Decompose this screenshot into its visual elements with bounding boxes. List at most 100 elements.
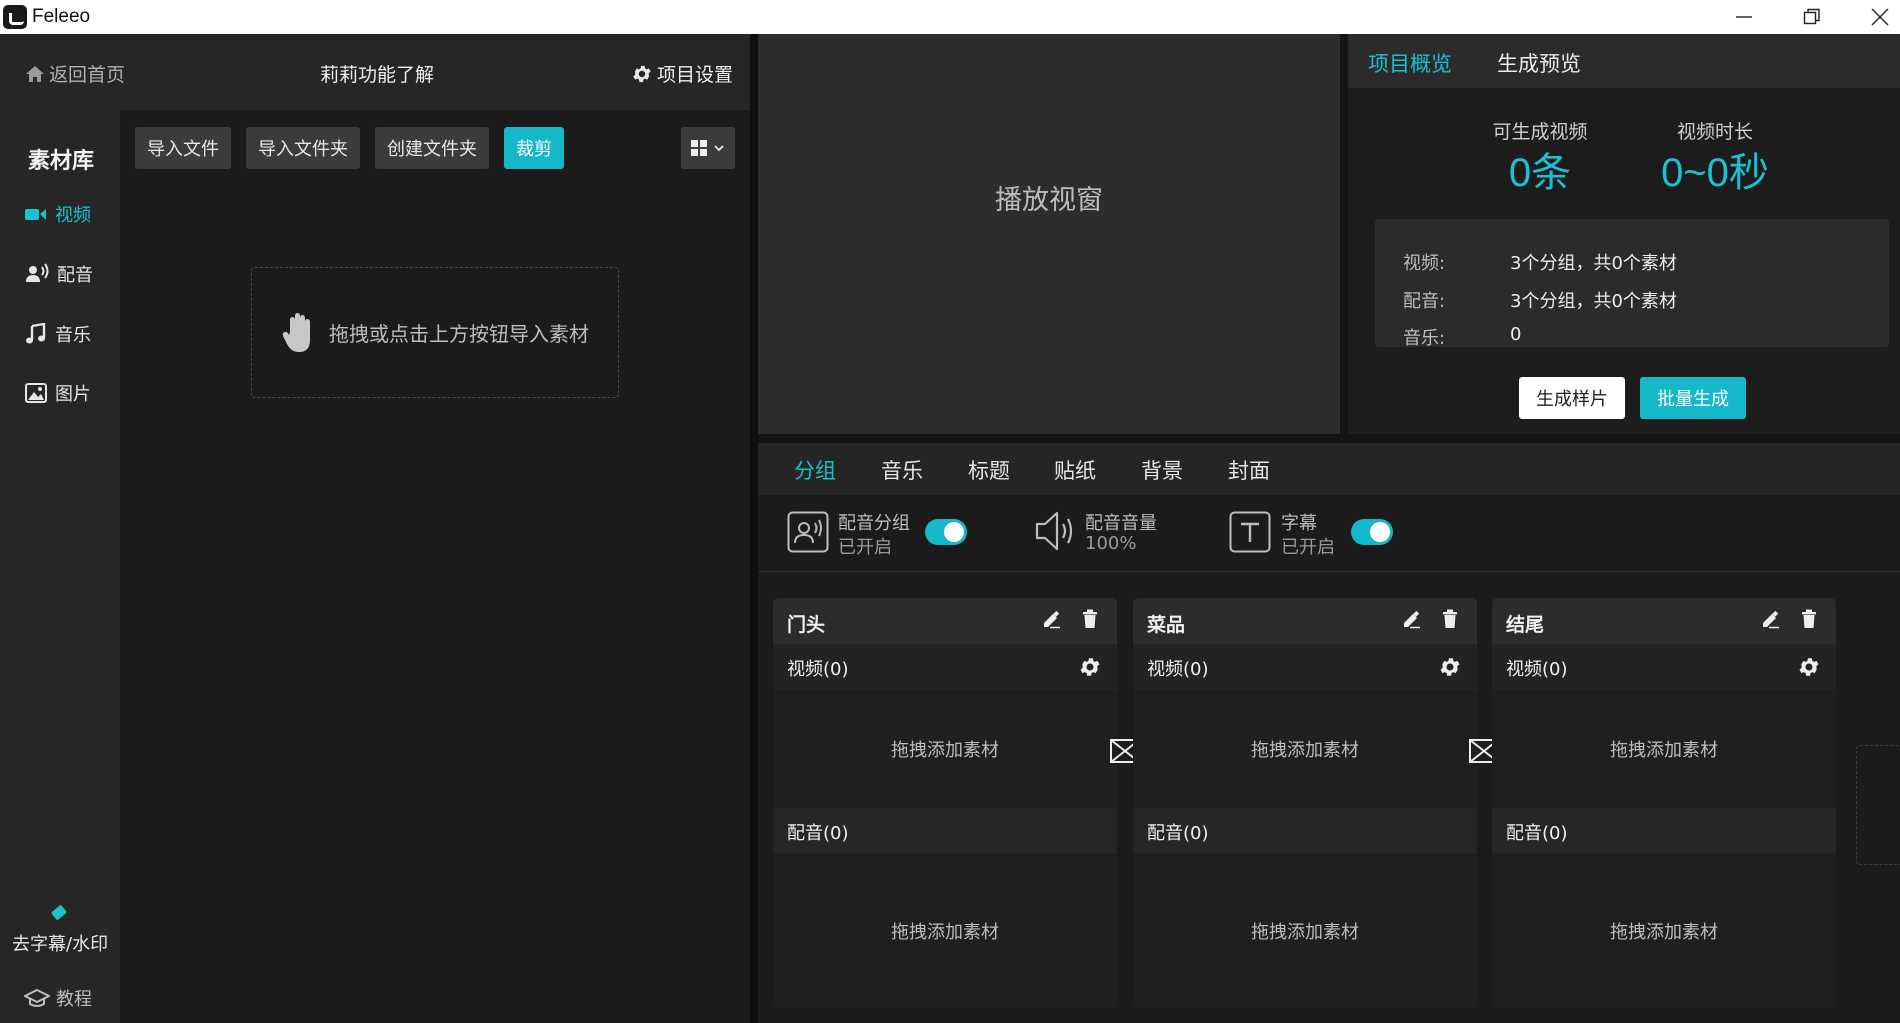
group-column: 菜品 视频(0) 拖拽添加素材 配音(0) 拖拽添加素材	[1133, 598, 1477, 1007]
tab-group[interactable]: 分组	[794, 455, 836, 485]
hand-icon	[282, 312, 310, 352]
stat-value-duration: 0~0秒	[1661, 151, 1769, 195]
voice-drop-zone[interactable]: 拖拽添加素材	[1133, 854, 1477, 1007]
group-column: 结尾 视频(0) 拖拽添加素材 配音(0) 拖拽添加素材	[1492, 598, 1836, 1007]
subtitle-toggle[interactable]	[1351, 519, 1393, 545]
stat-value-videos: 0条	[1508, 151, 1572, 195]
video-drop-zone[interactable]: 拖拽添加素材	[1133, 690, 1477, 808]
voice-volume-title: 配音音量	[1085, 513, 1157, 534]
sidebar-item-label: 视频	[55, 205, 91, 226]
video-count: 视频(0)	[1147, 659, 1209, 680]
edit-icon[interactable]	[1760, 610, 1780, 634]
create-folder-button[interactable]: 创建文件夹	[375, 127, 489, 169]
sidebar-item-label: 图片	[55, 384, 91, 405]
voice-icon	[26, 263, 49, 282]
trash-icon[interactable]	[1441, 609, 1459, 633]
close-button[interactable]	[1846, 0, 1900, 34]
info-key-music: 音乐:	[1403, 328, 1446, 347]
divider	[1340, 34, 1348, 434]
summary-box: 视频: 3个分组，共0个素材 配音: 3个分组，共0个素材 音乐: 0	[1375, 219, 1889, 347]
voice-drop-zone[interactable]: 拖拽添加素材	[773, 854, 1117, 1007]
panel-divider[interactable]	[750, 34, 758, 1023]
group-column: 门头 视频(0) 拖拽添加素材 配音(0) 拖拽添加素材	[773, 598, 1117, 1007]
tab-music[interactable]: 音乐	[881, 455, 923, 485]
sidebar-item-label: 配音	[57, 265, 93, 286]
graduation-cap-icon	[24, 988, 50, 1007]
video-drop-zone[interactable]: 拖拽添加素材	[773, 690, 1117, 808]
voice-group-title: 配音分组	[838, 513, 910, 534]
info-value-video: 3个分组，共0个素材	[1510, 253, 1677, 274]
batch-generate-button[interactable]: 批量生成	[1640, 377, 1746, 419]
voice-group-icon	[787, 511, 829, 557]
voice-group-status: 已开启	[838, 537, 892, 558]
info-value-voice: 3个分组，共0个素材	[1510, 291, 1677, 312]
voice-volume-value: 100%	[1085, 533, 1137, 554]
player-window[interactable]: 播放视窗	[758, 34, 1340, 434]
subtitle-title: 字幕	[1281, 513, 1317, 534]
project-settings-button[interactable]: 项目设置	[631, 60, 733, 87]
gear-icon[interactable]	[1078, 655, 1102, 683]
video-camera-icon	[25, 209, 46, 220]
video-drop-zone[interactable]: 拖拽添加素材	[1492, 690, 1836, 808]
info-key-voice: 配音:	[1403, 291, 1446, 312]
sidebar-item-image[interactable]: 图片	[25, 378, 91, 408]
import-folder-button[interactable]: 导入文件夹	[246, 127, 360, 169]
restore-button[interactable]	[1778, 0, 1846, 34]
sidebar-item-label: 音乐	[55, 325, 91, 346]
app-logo-icon	[3, 5, 27, 29]
gear-icon	[633, 65, 651, 82]
back-home-label: 返回首页	[49, 64, 126, 86]
group-name: 菜品	[1147, 614, 1186, 636]
voice-drop-zone[interactable]: 拖拽添加素材	[1492, 854, 1836, 1007]
voice-count: 配音(0)	[787, 823, 849, 844]
gear-icon[interactable]	[1438, 655, 1462, 683]
project-settings-label: 项目设置	[657, 64, 734, 86]
trash-icon[interactable]	[1081, 609, 1099, 633]
text-icon	[1229, 511, 1271, 557]
import-file-button[interactable]: 导入文件	[135, 127, 231, 169]
back-home-button[interactable]: 返回首页	[25, 60, 125, 87]
material-library-panel	[120, 110, 750, 1023]
grid-view-icon	[691, 140, 724, 156]
gear-icon[interactable]	[1797, 655, 1821, 683]
crop-button[interactable]: 裁剪	[504, 127, 564, 169]
video-count: 视频(0)	[1506, 659, 1568, 680]
remove-subtitle-button[interactable]: 去字幕/水印	[12, 930, 108, 956]
group-name: 门头	[787, 614, 826, 636]
info-key-video: 视频:	[1403, 253, 1446, 274]
sidebar-item-video[interactable]: 视频	[25, 199, 91, 229]
tab-generate-preview[interactable]: 生成预览	[1497, 48, 1581, 78]
voice-group-toggle[interactable]	[925, 519, 967, 545]
edit-icon[interactable]	[1041, 610, 1061, 634]
import-drop-hint: 拖拽或点击上方按钮导入素材	[329, 322, 589, 346]
voice-count: 配音(0)	[1506, 823, 1568, 844]
divider	[758, 434, 1900, 443]
add-group-button[interactable]	[1856, 745, 1900, 865]
generate-sample-button[interactable]: 生成样片	[1519, 377, 1625, 419]
tab-project-overview[interactable]: 项目概览	[1368, 48, 1452, 78]
tab-title[interactable]: 标题	[968, 455, 1010, 485]
group-name: 结尾	[1506, 614, 1545, 636]
tutorial-label: 教程	[56, 989, 92, 1010]
tab-sticker[interactable]: 贴纸	[1054, 455, 1096, 485]
project-name: 莉莉功能了解	[320, 64, 435, 86]
voice-count: 配音(0)	[1147, 823, 1209, 844]
trash-icon[interactable]	[1800, 609, 1818, 633]
tutorial-button[interactable]: 教程	[24, 985, 92, 1011]
sidebar-item-music[interactable]: 音乐	[25, 319, 91, 349]
sidebar-title: 素材库	[28, 149, 95, 174]
player-placeholder: 播放视窗	[995, 184, 1103, 216]
sidebar-item-voice[interactable]: 配音	[25, 259, 93, 289]
tab-cover[interactable]: 封面	[1228, 455, 1270, 485]
close-icon	[1871, 8, 1889, 26]
material-sidebar	[0, 110, 120, 1023]
project-header: 返回首页 莉莉功能了解 项目设置	[0, 34, 750, 110]
tab-background[interactable]: 背景	[1141, 455, 1183, 485]
info-value-music: 0	[1510, 324, 1522, 345]
edit-icon[interactable]	[1401, 610, 1421, 634]
view-mode-dropdown[interactable]	[681, 127, 735, 169]
minimize-icon	[1736, 16, 1752, 18]
minimize-button[interactable]	[1710, 0, 1778, 34]
import-drop-zone[interactable]: 拖拽或点击上方按钮导入素材	[251, 267, 619, 398]
music-note-icon	[26, 323, 46, 344]
